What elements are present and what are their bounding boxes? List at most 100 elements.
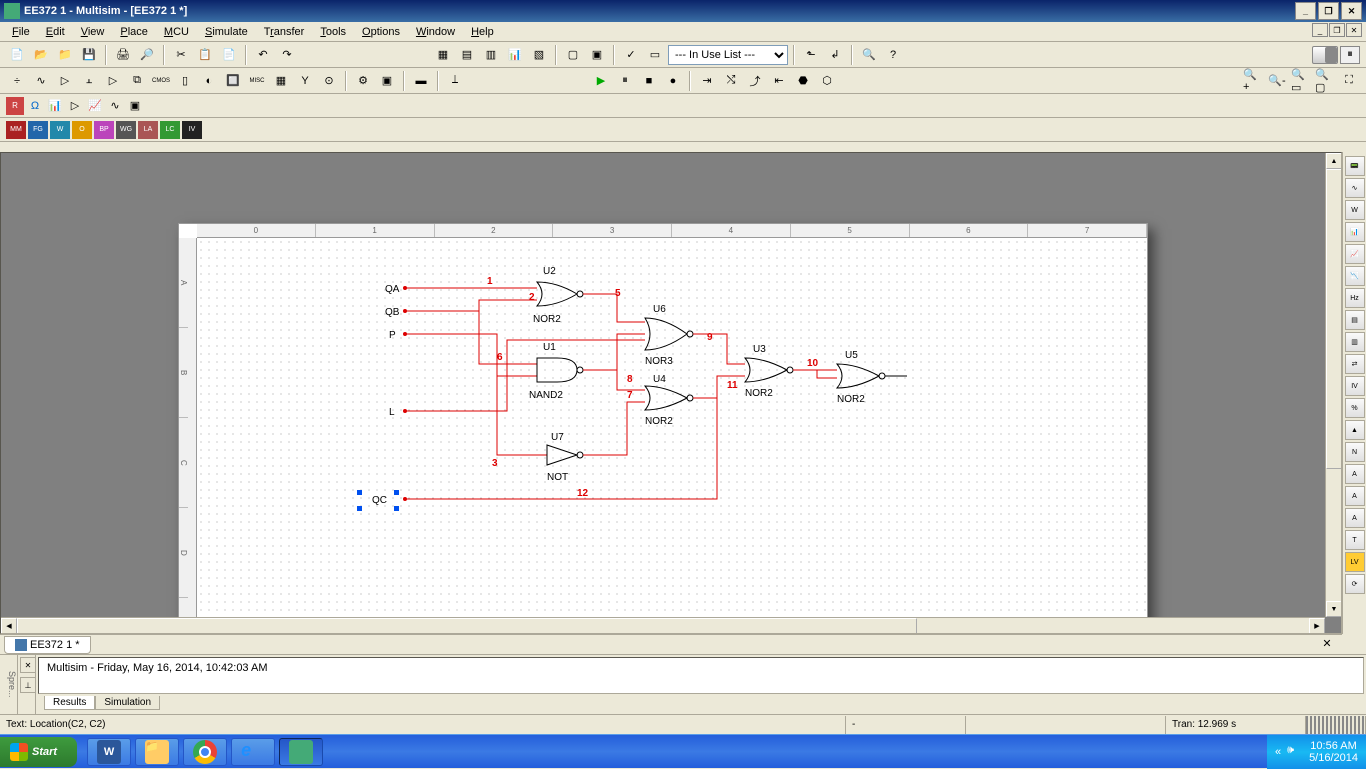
tab-results[interactable]: Results	[44, 696, 95, 710]
logic-analyzer-button[interactable]: LA	[138, 121, 158, 139]
scroll-up-button[interactable]: ▲	[1326, 153, 1342, 169]
place-bus-button[interactable]: ▬	[410, 70, 432, 92]
doc-restore-button[interactable]: ❐	[1329, 23, 1345, 37]
canvas-scroll-area[interactable]: 01234567 ABCD QA QB P L QC	[1, 153, 1325, 617]
vertical-scrollbar[interactable]: ▲ ▼	[1325, 153, 1341, 617]
place-mixed-button[interactable]: ◐	[198, 70, 220, 92]
taskbar-word[interactable]: W	[87, 738, 131, 766]
instrument-watt[interactable]: W	[1345, 200, 1365, 220]
postprocessor-button[interactable]: ▧	[528, 44, 550, 66]
place-power-button[interactable]: MISC	[246, 70, 268, 92]
grapher-button[interactable]: 📊	[504, 44, 526, 66]
gate-u6[interactable]: U6 NOR3	[645, 304, 693, 367]
spreadsheet-tab[interactable]: Spre...	[0, 655, 18, 714]
place-cmos-button[interactable]: CMOS	[150, 70, 172, 92]
pause-button[interactable]: ⏸	[614, 70, 636, 92]
step-to-button[interactable]: ⇤	[768, 70, 790, 92]
menu-file[interactable]: File	[4, 24, 38, 40]
undo-button[interactable]: ↶	[252, 44, 274, 66]
place-analog-button[interactable]: ▷	[102, 70, 124, 92]
instrument-tek-scope[interactable]: T	[1345, 530, 1365, 550]
step-out-button[interactable]: ⤴	[744, 70, 766, 92]
scroll-down-button[interactable]: ▼	[1326, 601, 1342, 617]
save-button[interactable]: 💾	[78, 44, 100, 66]
instrument-distortion[interactable]: %	[1345, 398, 1365, 418]
menu-view[interactable]: View	[73, 24, 113, 40]
wattmeter-button[interactable]: W	[50, 121, 70, 139]
create-component-button[interactable]: ▢	[562, 44, 584, 66]
menu-tools[interactable]: Tools	[312, 24, 354, 40]
taskbar-explorer[interactable]: 📁	[135, 738, 179, 766]
instrument-scope4[interactable]: 📈	[1345, 244, 1365, 264]
menu-window[interactable]: Window	[408, 24, 463, 40]
instrument-agilent-scope[interactable]: A	[1345, 508, 1365, 528]
virtual-opamp-button[interactable]: ∿	[106, 97, 124, 115]
doc-close-button[interactable]: ✕	[1346, 23, 1362, 37]
paste-button[interactable]: 📄	[218, 44, 240, 66]
place-mcu-button[interactable]: ▣	[376, 70, 398, 92]
virtual-resistor-button[interactable]: R	[6, 97, 24, 115]
scroll-thumb-v[interactable]	[1326, 169, 1342, 469]
copy-button[interactable]: 📋	[194, 44, 216, 66]
logic-converter-button[interactable]: LC	[160, 121, 180, 139]
taskbar-chrome[interactable]	[183, 738, 227, 766]
toggle-spreadsheet-button[interactable]: ▤	[456, 44, 478, 66]
menu-simulate[interactable]: Simulate	[197, 24, 256, 40]
fullscreen-button[interactable]: ⛶	[1338, 70, 1360, 92]
tab-simulation[interactable]: Simulation	[95, 696, 160, 710]
place-hierarchical-button[interactable]: ⟘	[444, 70, 466, 92]
place-transistor-button[interactable]: ⫠	[78, 70, 100, 92]
electrical-rules-button[interactable]: ✓	[620, 44, 642, 66]
zoom-area-button[interactable]: 🔍▭	[1290, 70, 1312, 92]
gate-u7[interactable]: U7 NOT	[547, 432, 583, 483]
virtual-capacitor-button[interactable]: Ω	[26, 97, 44, 115]
help-button[interactable]: ?	[882, 44, 904, 66]
instrument-agilent-fg[interactable]: A	[1345, 464, 1365, 484]
scroll-thumb-h[interactable]	[17, 618, 917, 634]
instrument-multimeter[interactable]: 📟	[1345, 156, 1365, 176]
maximize-button[interactable]: ❐	[1318, 2, 1339, 20]
gate-u4[interactable]: U4 NOR2	[645, 374, 693, 427]
stop-button[interactable]: ■	[638, 70, 660, 92]
output-pin-button[interactable]: ⊥	[20, 677, 36, 693]
find-button[interactable]: 🔍	[858, 44, 880, 66]
schematic-sheet[interactable]: 01234567 ABCD QA QB P L QC	[178, 223, 1148, 617]
doc-minimize-button[interactable]: _	[1312, 23, 1328, 37]
virtual-diode-button[interactable]: ▷	[66, 97, 84, 115]
place-source-button[interactable]: ÷	[6, 70, 28, 92]
menu-edit[interactable]: Edit	[38, 24, 73, 40]
instrument-network[interactable]: N	[1345, 442, 1365, 462]
print-preview-button[interactable]: 🔎	[136, 44, 158, 66]
gate-u1[interactable]: U1 NAND2	[529, 342, 583, 401]
instrument-logicanalyzer[interactable]: ▥	[1345, 332, 1365, 352]
instrument-bode[interactable]: 📉	[1345, 266, 1365, 286]
record-button[interactable]: ●	[662, 70, 684, 92]
zoom-fit-button[interactable]: 🔍▢	[1314, 70, 1336, 92]
virtual-inductor-button[interactable]: 📊	[46, 97, 64, 115]
menu-mcu[interactable]: MCU	[156, 24, 197, 40]
word-gen-button[interactable]: WG	[116, 121, 136, 139]
zoom-out-button[interactable]: 🔍-	[1266, 70, 1288, 92]
netlist-button[interactable]: ▭	[644, 44, 666, 66]
back-annotate-button[interactable]: ↲	[824, 44, 846, 66]
pause-switch[interactable]: ⏸	[1340, 46, 1360, 64]
virtual-transistor-button[interactable]: 📈	[86, 97, 104, 115]
menu-place[interactable]: Place	[112, 24, 156, 40]
place-misc-digital-button[interactable]: ▯	[174, 70, 196, 92]
instrument-logicconverter[interactable]: ⇄	[1345, 354, 1365, 374]
instrument-agilent-mm[interactable]: A	[1345, 486, 1365, 506]
place-electromech-button[interactable]: ⚙	[352, 70, 374, 92]
place-diode-button[interactable]: ▷	[54, 70, 76, 92]
power-switch[interactable]	[1312, 46, 1338, 64]
tab-close-button[interactable]: ✕	[1316, 632, 1338, 654]
multimeter-button[interactable]: MM	[6, 121, 26, 139]
tab-ee372[interactable]: EE372 1 *	[4, 636, 91, 654]
bode-plotter-button[interactable]: BP	[94, 121, 114, 139]
instrument-wordgen[interactable]: ▤	[1345, 310, 1365, 330]
start-button[interactable]: Start	[0, 737, 77, 767]
taskbar-ie[interactable]: e	[231, 738, 275, 766]
virtual-gate-button[interactable]: ▣	[126, 97, 144, 115]
toggle-breakpoint-button[interactable]: ⬣	[792, 70, 814, 92]
instrument-iv[interactable]: IV	[1345, 376, 1365, 396]
taskbar-multisim[interactable]	[279, 738, 323, 766]
